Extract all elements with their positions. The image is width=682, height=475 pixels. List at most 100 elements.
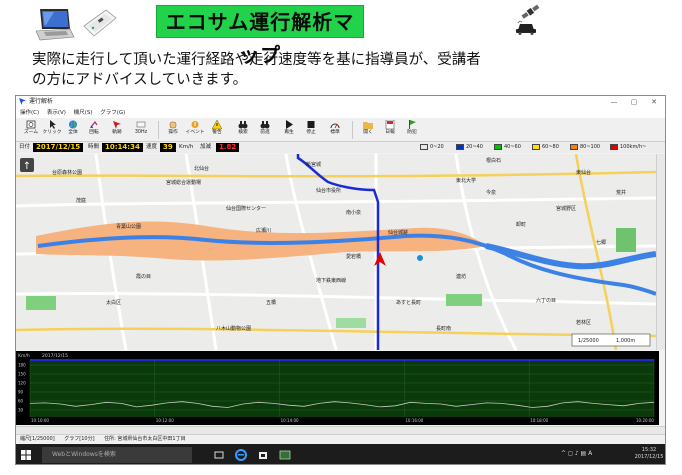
graph-y-tick: 180 bbox=[18, 363, 26, 368]
map-place-label: 仙台城跡 bbox=[388, 229, 408, 236]
speed-select-button[interactable]: 標準 bbox=[322, 120, 348, 140]
graph-horizontal-scrollbar[interactable] bbox=[16, 426, 665, 434]
map-place-label: 仙台市役所 bbox=[316, 187, 341, 194]
maximize-button[interactable]: ▢ bbox=[624, 96, 644, 108]
map-place-label: 若林区 bbox=[576, 319, 591, 326]
ime-indicator[interactable]: A bbox=[588, 450, 592, 457]
park-area bbox=[446, 294, 482, 306]
park-area bbox=[616, 228, 636, 252]
stop-icon bbox=[307, 121, 315, 128]
speed-graph[interactable]: Km/h 2017/12/15 180 150 120 90 60 30 10:10:00 1… bbox=[16, 351, 659, 425]
legend-swatch-20-40 bbox=[456, 144, 464, 150]
legend-label-0-20: 0~20 bbox=[430, 144, 444, 150]
menu-graph[interactable]: グラフ(G) bbox=[100, 110, 125, 116]
graph-x-tick: 10:16:00 bbox=[405, 418, 423, 423]
park-area bbox=[336, 318, 366, 328]
crime-prevention-button[interactable]: 防犯 bbox=[401, 120, 423, 140]
event-label: イベント bbox=[185, 130, 205, 135]
banner-title: エコサム運行解析マップ bbox=[165, 10, 355, 67]
time-label: 時間 bbox=[88, 144, 100, 150]
hand-icon bbox=[169, 121, 177, 129]
minimize-button[interactable]: — bbox=[604, 96, 624, 108]
menu-operation[interactable]: 操作(C) bbox=[20, 110, 39, 116]
graph-x-tick: 10:10:00 bbox=[31, 418, 49, 423]
rate-icon bbox=[136, 121, 146, 128]
map-vertical-scrollbar[interactable] bbox=[656, 154, 665, 350]
forward-search-button[interactable]: 前進 bbox=[254, 120, 276, 140]
legend-label-20-40: 20~40 bbox=[466, 144, 483, 150]
legend-label-60-80: 60~80 bbox=[542, 144, 559, 150]
click-button[interactable]: クリック bbox=[41, 120, 63, 140]
map-place-label: 茂庭 bbox=[76, 197, 86, 204]
windows-start-icon[interactable] bbox=[21, 450, 31, 460]
task-view-icon[interactable] bbox=[212, 448, 226, 462]
banner: エコサム運行解析マップ 実際に走行して頂いた運行経路や走行速度等を基に指導員が、… bbox=[0, 0, 682, 92]
report-button[interactable]: 日報 bbox=[379, 120, 401, 140]
menu-scale[interactable]: 機尺(S) bbox=[74, 110, 93, 116]
map-place-label: 霞の目 bbox=[136, 274, 151, 280]
graph-x-tick: 10:20:00 bbox=[636, 418, 654, 423]
stop-button[interactable]: 停止 bbox=[300, 120, 322, 140]
description-line-2: の方にアドバイスしていきます。 bbox=[32, 72, 248, 88]
rotate-button[interactable]: 回転 bbox=[83, 120, 105, 140]
stop-label: 停止 bbox=[306, 130, 316, 135]
graph-top-bar bbox=[30, 359, 654, 361]
speed-select-label: 標準 bbox=[330, 130, 340, 135]
event-icon bbox=[191, 121, 199, 128]
rate-button[interactable]: 30Hz bbox=[128, 120, 154, 140]
warning-icon bbox=[212, 120, 222, 129]
search-label: 検索 bbox=[238, 130, 248, 135]
close-button[interactable]: ✕ bbox=[644, 96, 664, 108]
operation-button[interactable]: 操作 bbox=[162, 120, 184, 140]
track-icon bbox=[113, 121, 121, 129]
menu-view[interactable]: 表示(V) bbox=[47, 110, 66, 116]
speed-label: 速度 bbox=[146, 144, 158, 150]
overview-button[interactable]: 全体 bbox=[62, 120, 84, 140]
route-map[interactable]: ↑ 新宮城 台原森林公園 仙台市役所 東北大学 仙台城跡 宮城野区 太白区 北仙台 東仙台 青葉山… bbox=[16, 154, 656, 350]
search-button[interactable]: 検索 bbox=[232, 120, 254, 140]
map-place-label: 七郷 bbox=[596, 239, 606, 246]
graph-y-tick: 150 bbox=[18, 372, 26, 377]
event-button[interactable]: イベント bbox=[184, 120, 206, 140]
play-button[interactable]: 再生 bbox=[278, 120, 300, 140]
warning-label: 警告 bbox=[212, 130, 222, 135]
report-icon bbox=[385, 120, 395, 129]
status-scale: 縮尺[1/25000] bbox=[20, 436, 55, 442]
banner-description: 実際に走行して頂いた運行経路や走行速度等を基に指導員が、受講者 の方にアドバイス… bbox=[32, 50, 652, 90]
open-button[interactable]: 開く bbox=[357, 120, 379, 140]
legend-swatch-40-60 bbox=[494, 144, 502, 150]
system-tray[interactable]: ^ ◻ ♪ ▤ A bbox=[561, 450, 592, 457]
zoom-button[interactable]: ズーム bbox=[20, 120, 42, 140]
edge-browser-icon[interactable] bbox=[234, 448, 248, 462]
track-button[interactable]: 軌跡 bbox=[106, 120, 128, 140]
map-place-label: 青葉山公園 bbox=[116, 223, 141, 230]
satellite-car-icon bbox=[516, 4, 540, 35]
taskbar-search-box[interactable]: WebとWindowsを検索 bbox=[42, 447, 192, 463]
globe-icon bbox=[69, 120, 77, 129]
graph-x-tick: 10:14:00 bbox=[281, 418, 299, 423]
speed-unit: Km/h bbox=[179, 144, 194, 150]
play-icon bbox=[286, 120, 293, 129]
map-place-label: 台原森林公園 bbox=[52, 169, 82, 176]
map-place-label: 八木山動物公園 bbox=[216, 325, 251, 332]
window-title: 運行解析 bbox=[29, 98, 54, 105]
graph-y-tick: 30 bbox=[18, 408, 24, 413]
route-map-canvas[interactable]: ↑ 新宮城台原森林公園仙台市役所 東北大学仙台城跡 宮城野区太白区 北仙台東仙台青葉山… bbox=[16, 154, 656, 350]
speed-graph-canvas[interactable]: Km/h 2017/12/15 180 150 120 90 60 30 10:10:00 1… bbox=[16, 351, 659, 425]
warning-button[interactable]: 警告 bbox=[206, 120, 228, 140]
taskbar-clock[interactable]: 15:32 2017/12/15 bbox=[634, 447, 664, 461]
app-window-icon[interactable] bbox=[278, 448, 292, 462]
map-place-label: 南小泉 bbox=[346, 209, 361, 216]
window-titlebar[interactable]: 運行解析 — ▢ ✕ bbox=[16, 96, 665, 108]
operation-label: 操作 bbox=[168, 130, 178, 135]
legend-label-100-plus: 100km/h~ bbox=[620, 144, 647, 150]
zoom-icon bbox=[26, 120, 36, 129]
play-label: 再生 bbox=[284, 130, 294, 135]
legend-swatch-80-100 bbox=[570, 144, 578, 150]
map-place-label: 根白石 bbox=[486, 157, 501, 164]
map-place-label: 地下鉄東西線 bbox=[316, 277, 346, 284]
binoculars-icon bbox=[260, 121, 270, 129]
app-arrow-icon bbox=[19, 98, 26, 105]
park-area bbox=[26, 296, 56, 310]
store-icon[interactable] bbox=[256, 448, 270, 462]
